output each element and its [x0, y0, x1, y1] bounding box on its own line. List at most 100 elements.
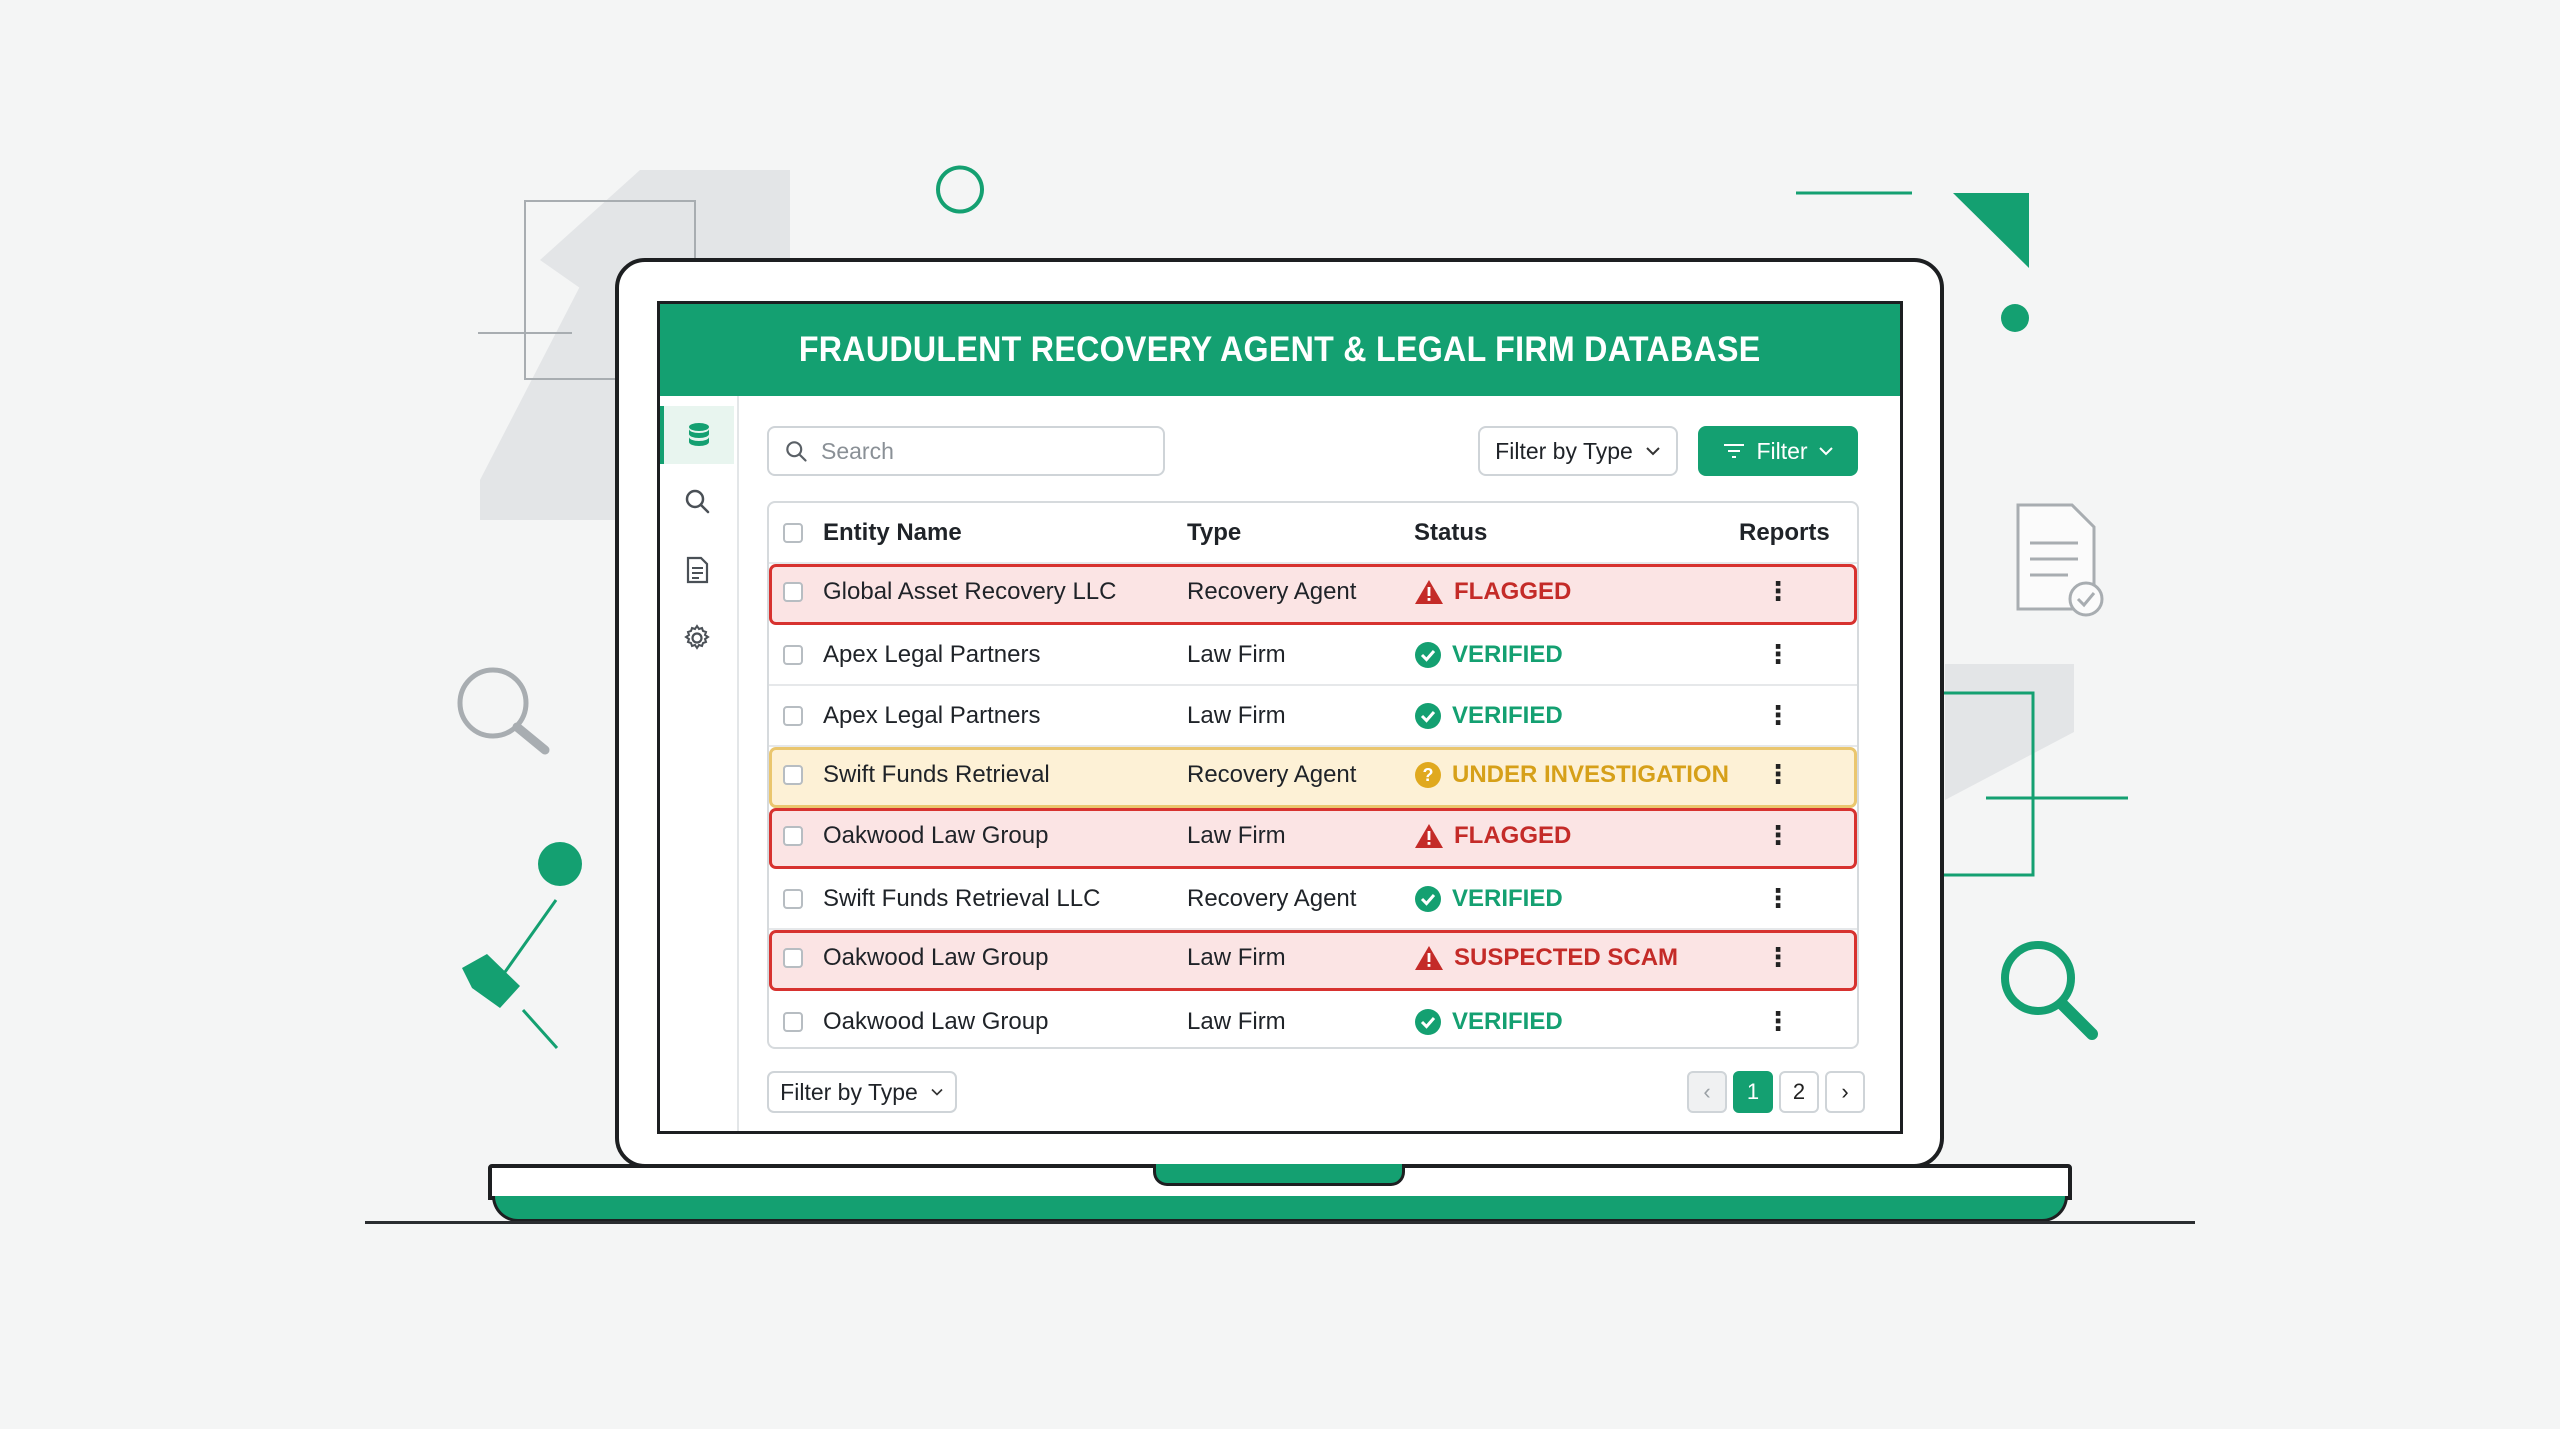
- filter-button[interactable]: Filter: [1698, 426, 1858, 476]
- warning-icon: [1415, 823, 1443, 848]
- status-badge: VERIFIED: [1414, 686, 1563, 745]
- svg-text:?: ?: [1423, 765, 1434, 785]
- table-row[interactable]: Oakwood Law Group Law Firm SUSPECTED SCA…: [769, 930, 1857, 991]
- chevron-down-icon: [1646, 447, 1660, 456]
- row-checkbox[interactable]: [783, 947, 803, 968]
- column-header-reports: Reports: [1739, 518, 1830, 546]
- status-text: UNDER INVESTIGATION: [1452, 760, 1729, 788]
- table-row[interactable]: Apex Legal Partners Law Firm VERIFIED ⋮: [769, 625, 1857, 686]
- row-actions-menu-button[interactable]: ⋮: [1765, 747, 1791, 802]
- column-header-type[interactable]: Type: [1187, 503, 1241, 562]
- laptop-bottom-edge: [492, 1196, 2068, 1222]
- entity-type: Recovery Agent: [1187, 577, 1357, 605]
- status-badge: ? UNDER INVESTIGATION: [1414, 747, 1729, 802]
- ground-line: [365, 1221, 2195, 1224]
- sidebar-item-database[interactable]: [660, 406, 734, 464]
- entity-type: Law Firm: [1187, 1007, 1286, 1035]
- entity-type: Law Firm: [1187, 821, 1286, 849]
- status-text: VERIFIED: [1452, 640, 1563, 668]
- status-badge: VERIFIED: [1414, 625, 1563, 684]
- row-checkbox[interactable]: [783, 705, 803, 726]
- row-actions-menu-button[interactable]: ⋮: [1765, 869, 1791, 928]
- prev-page-button[interactable]: ‹: [1687, 1071, 1727, 1113]
- row-actions-menu-button[interactable]: ⋮: [1765, 930, 1791, 985]
- status-badge: VERIFIED: [1414, 991, 1563, 1052]
- status-text: VERIFIED: [1452, 701, 1563, 729]
- row-checkbox[interactable]: [783, 764, 803, 785]
- chevron-down-icon: [931, 1088, 943, 1096]
- filter-icon: [1724, 444, 1745, 458]
- row-checkbox[interactable]: [783, 888, 803, 909]
- status-badge: FLAGGED: [1414, 808, 1571, 863]
- row-actions-menu-button[interactable]: ⋮: [1765, 625, 1791, 684]
- entity-name: Oakwood Law Group: [823, 821, 1049, 849]
- footer-filter-by-type-dropdown[interactable]: Filter by Type: [767, 1071, 957, 1113]
- search-icon: [786, 441, 807, 462]
- row-checkbox[interactable]: [783, 1011, 803, 1032]
- entity-name: Apex Legal Partners: [823, 701, 1041, 729]
- entity-type: Law Firm: [1187, 640, 1286, 668]
- sidebar-item-reports[interactable]: [660, 541, 734, 599]
- chevron-down-icon: [1818, 447, 1833, 456]
- laptop-trackpad-notch: [1153, 1164, 1405, 1186]
- checkmark-icon: [1415, 1008, 1441, 1035]
- warning-icon: [1415, 945, 1443, 970]
- status-text: VERIFIED: [1452, 1007, 1563, 1035]
- status-badge: SUSPECTED SCAM: [1414, 930, 1678, 985]
- search-input[interactable]: [819, 436, 1143, 466]
- warning-icon: [1415, 579, 1443, 604]
- table-row[interactable]: Apex Legal Partners Law Firm VERIFIED ⋮: [769, 686, 1857, 747]
- entity-name: Oakwood Law Group: [823, 1007, 1049, 1035]
- table-row[interactable]: Swift Funds Retrieval Recovery Agent ? UN…: [769, 747, 1857, 808]
- column-header-status[interactable]: Status: [1414, 503, 1487, 562]
- row-actions-menu-button[interactable]: ⋮: [1765, 808, 1791, 863]
- document-icon: [686, 556, 709, 584]
- gear-icon: [684, 624, 710, 650]
- status-text: VERIFIED: [1452, 884, 1563, 912]
- row-checkbox[interactable]: [783, 581, 803, 602]
- row-actions-menu-button[interactable]: ⋮: [1765, 686, 1791, 745]
- search-icon: [685, 489, 710, 514]
- status-badge: VERIFIED: [1414, 869, 1563, 928]
- status-badge: FLAGGED: [1414, 564, 1571, 619]
- entity-name: Oakwood Law Group: [823, 943, 1049, 971]
- sidebar-item-search[interactable]: [660, 472, 734, 530]
- column-header-entity-name[interactable]: Entity Name: [823, 503, 962, 562]
- table-row[interactable]: Oakwood Law Group Law Firm VERIFIED ⋮: [769, 991, 1857, 1052]
- entity-type: Recovery Agent: [1187, 760, 1357, 788]
- entity-name: Apex Legal Partners: [823, 640, 1041, 668]
- page-1-button[interactable]: 1: [1733, 1071, 1773, 1113]
- entity-name: Swift Funds Retrieval: [823, 760, 1050, 788]
- search-field[interactable]: [767, 426, 1165, 476]
- app-window: FRAUDULENT RECOVERY AGENT & LEGAL FIRM D…: [657, 301, 1903, 1134]
- select-all-checkbox[interactable]: [783, 522, 803, 543]
- footer-filter-by-type-label: Filter by Type: [780, 1078, 918, 1105]
- entity-type: Law Firm: [1187, 701, 1286, 729]
- table-row[interactable]: Global Asset Recovery LLC Recovery Agent…: [769, 564, 1857, 625]
- status-text: SUSPECTED SCAM: [1454, 943, 1679, 971]
- entity-type: Law Firm: [1187, 943, 1286, 971]
- entity-name: Swift Funds Retrieval LLC: [823, 884, 1101, 912]
- entity-table: Entity Name Type Status Reports Global A…: [767, 501, 1859, 1049]
- table-header-row: Entity Name Type Status Reports: [769, 503, 1857, 564]
- filter-button-label: Filter: [1756, 437, 1808, 464]
- app-title: FRAUDULENT RECOVERY AGENT & LEGAL FIRM D…: [799, 330, 1761, 369]
- question-icon: ?: [1415, 761, 1441, 788]
- row-actions-menu-button[interactable]: ⋮: [1765, 991, 1791, 1052]
- row-actions-menu-button[interactable]: ⋮: [1765, 564, 1791, 619]
- filter-by-type-dropdown[interactable]: Filter by Type: [1478, 426, 1678, 476]
- sidebar-item-settings[interactable]: [660, 609, 734, 667]
- checkmark-icon: [1415, 641, 1441, 668]
- checkmark-icon: [1415, 885, 1441, 912]
- sidebar: [660, 396, 739, 1131]
- row-checkbox[interactable]: [783, 825, 803, 846]
- table-row[interactable]: Oakwood Law Group Law Firm FLAGGED ⋮: [769, 808, 1857, 869]
- page-2-button[interactable]: 2: [1779, 1071, 1819, 1113]
- next-page-button[interactable]: ›: [1825, 1071, 1865, 1113]
- row-checkbox[interactable]: [783, 644, 803, 665]
- entity-type: Recovery Agent: [1187, 884, 1357, 912]
- table-row[interactable]: Swift Funds Retrieval LLC Recovery Agent…: [769, 869, 1857, 930]
- filter-by-type-label: Filter by Type: [1495, 437, 1633, 464]
- title-bar: FRAUDULENT RECOVERY AGENT & LEGAL FIRM D…: [660, 304, 1900, 396]
- checkmark-icon: [1415, 702, 1441, 729]
